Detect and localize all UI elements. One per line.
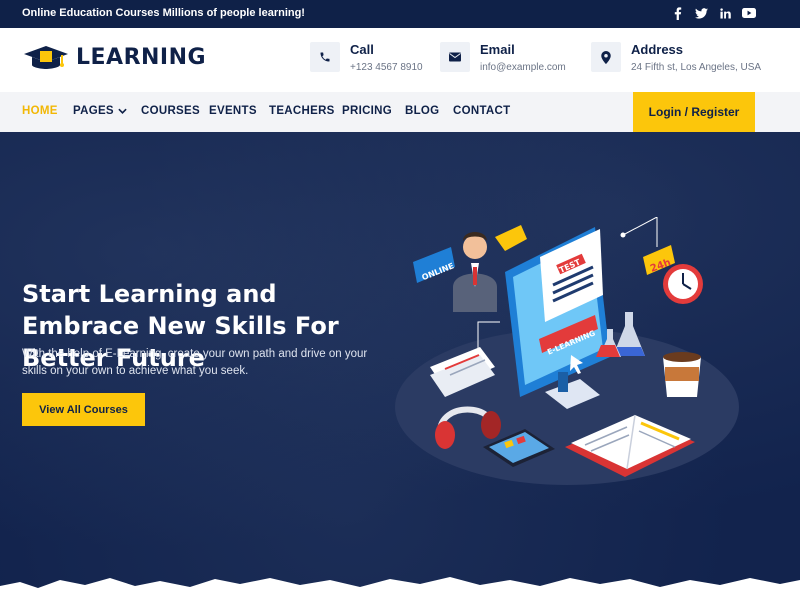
elearning-illustration: TEST E-LEARNING ONLINE 24h (395, 217, 739, 485)
nav-item-pages[interactable]: PAGES (73, 105, 127, 117)
logo-text: LEARNING (76, 44, 207, 70)
contact-call-title: Call (350, 42, 374, 57)
nav-item-contact[interactable]: CONTACT (453, 105, 510, 117)
hero-description: With the help of E-Learning, create your… (22, 348, 368, 377)
site-logo[interactable]: LEARNING (22, 42, 206, 72)
nav-item-home[interactable]: HOME (22, 105, 58, 117)
contact-call: Call +123 4567 8910 (310, 42, 423, 73)
contact-email: Email info@example.com (440, 42, 566, 73)
youtube-icon[interactable] (742, 6, 756, 20)
graduation-cap-logo-icon (24, 46, 68, 69)
nav-item-courses[interactable]: COURSES (141, 105, 200, 117)
location-icon (591, 42, 621, 72)
contact-address-value: 24 Fifth st, Los Angeles, USA (631, 62, 762, 73)
twitter-icon[interactable] (694, 6, 708, 20)
main-nav: HOME PAGES COURSES EVENTS TEACHERS PRICI… (0, 92, 800, 132)
contact-email-title: Email (480, 42, 515, 57)
torn-paper-edge (0, 577, 800, 600)
view-all-courses-button[interactable]: View All Courses (22, 393, 145, 426)
login-register-button[interactable]: Login / Register (633, 92, 755, 132)
site-header: LEARNING Call +123 4567 8910 Email info@… (0, 28, 800, 92)
email-icon (440, 42, 470, 72)
phone-icon (310, 42, 340, 72)
contact-email-value: info@example.com (480, 62, 566, 73)
nav-item-events[interactable]: EVENTS (209, 105, 257, 117)
nav-item-pricing[interactable]: PRICING (342, 105, 392, 117)
top-bar: Online Education Courses Millions of peo… (0, 0, 800, 28)
contact-address-title: Address (631, 42, 684, 57)
chevron-down-icon (118, 108, 127, 114)
contact-address: Address 24 Fifth st, Los Angeles, USA (591, 42, 761, 73)
contact-call-value: +123 4567 8910 (350, 62, 423, 73)
social-links (670, 6, 756, 20)
facebook-icon[interactable] (670, 6, 684, 20)
topbar-tagline: Online Education Courses Millions of peo… (22, 7, 305, 19)
nav-item-teachers[interactable]: TEACHERS (269, 105, 335, 117)
nav-item-pages-label: PAGES (73, 105, 114, 117)
hero-section: Start Learning and Embrace New Skills Fo… (0, 132, 800, 600)
nav-item-blog[interactable]: BLOG (405, 105, 439, 117)
linkedin-icon[interactable] (718, 6, 732, 20)
